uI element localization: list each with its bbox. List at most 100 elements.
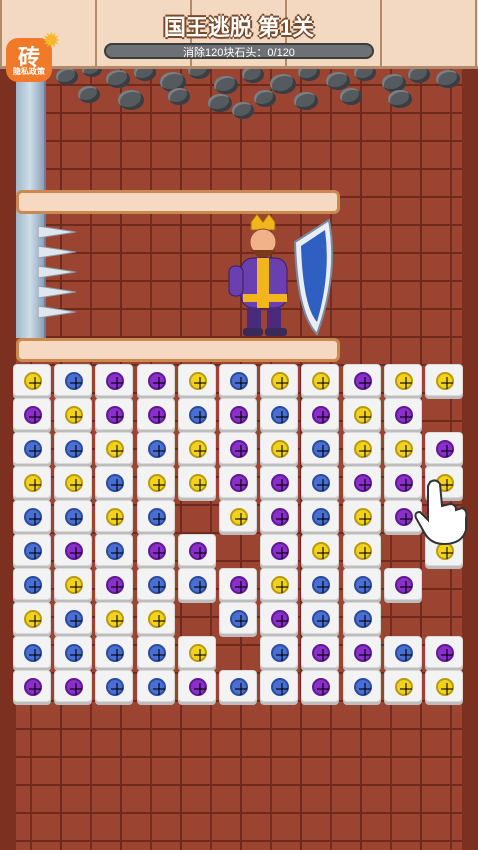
screw-tile[interactable]: [342, 398, 381, 430]
screw-tile[interactable]: [260, 432, 299, 464]
screw-tile[interactable]: [54, 602, 93, 634]
screw-tile[interactable]: [95, 364, 134, 396]
screw-tile[interactable]: [342, 568, 381, 600]
screw-tile[interactable]: [95, 670, 134, 702]
screw-tile[interactable]: [260, 466, 299, 498]
screw-tile[interactable]: [136, 466, 175, 498]
screw-tile[interactable]: [219, 500, 257, 532]
screw-tile[interactable]: [383, 670, 422, 702]
screw-tile[interactable]: [301, 500, 340, 532]
screw-tile[interactable]: [301, 364, 340, 396]
screw-tile[interactable]: [13, 466, 51, 498]
screw-tile[interactable]: [342, 602, 381, 634]
screw-tile[interactable]: [136, 534, 175, 566]
screw-tile[interactable]: [95, 534, 134, 566]
screw-tile[interactable]: [13, 432, 51, 464]
screw-tile[interactable]: [260, 670, 299, 702]
screw-tile[interactable]: [383, 568, 422, 600]
screw-tile[interactable]: [301, 602, 340, 634]
yellow-screw-icon: [24, 372, 42, 390]
screw-tile[interactable]: [383, 364, 422, 396]
screw-tile[interactable]: [301, 432, 340, 464]
screw-tile[interactable]: [219, 432, 257, 464]
screw-tile[interactable]: [54, 432, 93, 464]
screw-tile[interactable]: [13, 568, 51, 600]
screw-tile[interactable]: [136, 364, 175, 396]
screw-tile[interactable]: [342, 636, 381, 668]
screw-tile[interactable]: [136, 602, 175, 634]
screw-tile[interactable]: [342, 466, 381, 498]
screw-tile[interactable]: [95, 500, 134, 532]
screw-tile[interactable]: [301, 398, 340, 430]
screw-tile[interactable]: [54, 364, 93, 396]
screw-tile[interactable]: [136, 670, 175, 702]
screw-tile[interactable]: [95, 568, 134, 600]
screw-tile[interactable]: [177, 432, 216, 464]
screw-tile[interactable]: [95, 466, 134, 498]
screw-tile[interactable]: [342, 670, 381, 702]
screw-tile[interactable]: [136, 432, 175, 464]
screw-tile[interactable]: [425, 636, 463, 668]
screw-tile[interactable]: [260, 568, 299, 600]
screw-tile[interactable]: [425, 432, 463, 464]
screw-tile[interactable]: [54, 466, 93, 498]
screw-tile[interactable]: [177, 636, 216, 668]
screw-tile[interactable]: [177, 466, 216, 498]
screw-tile[interactable]: [95, 636, 134, 668]
screw-tile[interactable]: [260, 636, 299, 668]
screw-tile[interactable]: [136, 636, 175, 668]
screw-tile[interactable]: [13, 670, 51, 702]
screw-tile[interactable]: [342, 534, 381, 566]
screw-tile[interactable]: [342, 432, 381, 464]
screw-tile[interactable]: [13, 398, 51, 430]
screw-tile[interactable]: [219, 466, 257, 498]
screw-tile[interactable]: [177, 364, 216, 396]
screw-tile[interactable]: [219, 364, 257, 396]
privacy-policy-button[interactable]: ✹ 砖 隐私政策: [6, 28, 60, 82]
screw-tile[interactable]: [54, 670, 93, 702]
screw-tile[interactable]: [260, 364, 299, 396]
screw-tile[interactable]: [260, 602, 299, 634]
screw-tile[interactable]: [425, 670, 463, 702]
screw-tile[interactable]: [177, 670, 216, 702]
upper-pin[interactable]: [16, 190, 340, 214]
screw-tile[interactable]: [260, 398, 299, 430]
screw-tile[interactable]: [383, 636, 422, 668]
screw-tile[interactable]: [219, 670, 257, 702]
screw-tile[interactable]: [95, 432, 134, 464]
screw-tile[interactable]: [260, 500, 299, 532]
screw-tile[interactable]: [54, 636, 93, 668]
screw-tile[interactable]: [136, 568, 175, 600]
screw-tile[interactable]: [219, 568, 257, 600]
screw-tile[interactable]: [136, 398, 175, 430]
screw-tile[interactable]: [219, 602, 257, 634]
screw-tile[interactable]: [260, 534, 299, 566]
screw-tile[interactable]: [383, 398, 422, 430]
screw-tile[interactable]: [54, 534, 93, 566]
screw-tile[interactable]: [342, 500, 381, 532]
screw-tile[interactable]: [383, 432, 422, 464]
screw-tile[interactable]: [177, 568, 216, 600]
screw-tile[interactable]: [54, 500, 93, 532]
screw-tile[interactable]: [95, 398, 134, 430]
screw-tile[interactable]: [177, 398, 216, 430]
screw-tile[interactable]: [54, 398, 93, 430]
screw-tile[interactable]: [301, 534, 340, 566]
screw-tile[interactable]: [342, 364, 381, 396]
screw-tile[interactable]: [13, 602, 51, 634]
screw-tile[interactable]: [301, 670, 340, 702]
screw-tile[interactable]: [13, 364, 51, 396]
screw-tile[interactable]: [301, 568, 340, 600]
screw-tile[interactable]: [425, 364, 463, 396]
lower-pin[interactable]: [16, 338, 340, 362]
screw-tile[interactable]: [177, 534, 216, 566]
screw-tile[interactable]: [13, 636, 51, 668]
screw-tile[interactable]: [136, 500, 175, 532]
screw-tile[interactable]: [95, 602, 134, 634]
screw-tile[interactable]: [219, 398, 257, 430]
screw-tile[interactable]: [54, 568, 93, 600]
screw-tile[interactable]: [301, 636, 340, 668]
screw-tile[interactable]: [301, 466, 340, 498]
screw-tile[interactable]: [13, 500, 51, 532]
screw-tile[interactable]: [13, 534, 51, 566]
